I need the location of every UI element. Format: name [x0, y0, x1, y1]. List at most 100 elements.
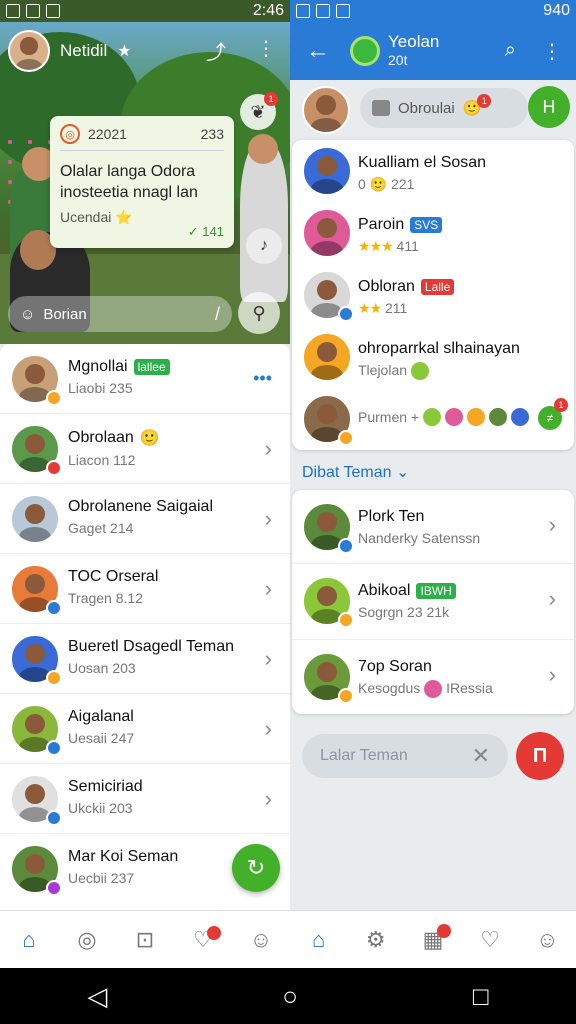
home-icon[interactable]: ⌂	[15, 926, 43, 954]
settings-icon[interactable]: ⚙	[362, 926, 390, 954]
list-item[interactable]: Purmen + ≠ 1	[292, 388, 574, 450]
contact-name: Obrolanene Saigaial	[68, 498, 213, 515]
section-label[interactable]: Dibat Teman ⌄	[302, 462, 409, 482]
search-row: Obroulai 🙂 1 H	[290, 80, 576, 140]
header-title: Yeolan	[388, 32, 440, 51]
status-bar-right: 940	[290, 0, 576, 22]
chevron-right-icon[interactable]: ›	[265, 576, 272, 602]
route-icon[interactable]: ⤴	[206, 36, 226, 65]
leaf-button[interactable]: ❦ 1	[240, 92, 278, 130]
chevron-right-icon[interactable]: ›	[549, 512, 556, 538]
hero-title: Netidil	[60, 41, 108, 60]
app-header: ← Yeolan 20t ⌕ ⋮	[290, 22, 576, 80]
chevron-right-icon[interactable]: ›	[549, 662, 556, 688]
contact-name: Aigalanal	[68, 708, 134, 725]
emoji	[511, 408, 530, 426]
chevron-right-icon[interactable]: ›	[265, 716, 272, 742]
contact-name: Bueretl Dsagedl Teman	[68, 638, 235, 655]
search-icon[interactable]: ⌕	[505, 39, 516, 64]
avatar	[10, 494, 60, 544]
search-field[interactable]: Obroulai 🙂 1	[360, 88, 528, 128]
list-item[interactable]: TOC Orseral Tragen 8.12 ›	[0, 554, 290, 624]
profile-icon[interactable]: ☺	[247, 926, 275, 954]
rating-stars: ★★	[358, 300, 382, 316]
contact-sub-extra: IRessia	[446, 680, 493, 696]
message-card[interactable]: ◎ 22021 233 Olalar langa Odora inosteeti…	[50, 116, 234, 248]
mail-icon[interactable]: ⊡	[131, 926, 159, 954]
profile-icon[interactable]: ☺	[533, 926, 561, 954]
red-action-button[interactable]: П	[516, 732, 564, 780]
recents-icon[interactable]: □	[473, 981, 489, 1012]
edit-icon[interactable]: /	[215, 304, 220, 325]
calendar-icon[interactable]: ▦	[419, 923, 451, 954]
contact-sub: Kesogdus	[358, 680, 421, 696]
contact-list-left: Mgnollai lallee Liaobi 235 ••• Obrolaan 🙂 …	[0, 344, 290, 910]
list-item[interactable]: Bueretl Dsagedl Teman Uosan 203 ›	[0, 624, 290, 694]
list-item[interactable]: Obrolaan 🙂 Liacon 112 ›	[0, 414, 290, 484]
message-time: ✓ 141	[187, 224, 224, 239]
contact-card-top: Kualliam el Sosan 0 🙂 221 Paroin SVS ★★★ …	[292, 140, 574, 450]
heart-icon[interactable]: ♡	[476, 926, 504, 954]
contact-name: 7op Soran	[358, 658, 432, 675]
contact-name: Abikoal	[358, 582, 411, 599]
list-item[interactable]: Obrolanene Saigaial Gaget 214 ›	[0, 484, 290, 554]
leaf-icon: ❦	[250, 101, 266, 122]
status-tag: lallee	[133, 359, 170, 375]
contact-sub: Uesaii 247	[68, 730, 135, 746]
section-title: Dibat Teman	[302, 464, 392, 481]
contact-sub: Sogrgn 23 21k	[358, 604, 450, 620]
chevron-right-icon[interactable]: ›	[549, 586, 556, 612]
compass-icon[interactable]: ◎	[73, 926, 101, 954]
location-button[interactable]: ⚲	[238, 292, 280, 334]
contact-sub: Uosan 203	[68, 660, 136, 676]
status-tag: Lalle	[420, 279, 455, 295]
list-item[interactable]: Aigalanal Uesaii 247 ›	[0, 694, 290, 764]
header-action-button[interactable]: H	[528, 86, 570, 128]
chevron-right-icon[interactable]: ›	[265, 786, 272, 812]
smile-icon: ☺	[20, 305, 36, 323]
contact-name: Obloran	[358, 278, 415, 295]
list-item[interactable]: Obloran Lalle ★★ 211	[292, 264, 574, 326]
add-button[interactable]: ≠ 1	[538, 398, 568, 430]
add-friend-input[interactable]: Lalar Teman ✕	[302, 734, 508, 778]
list-item[interactable]: Mgnollai lallee Liaobi 235 •••	[0, 344, 290, 414]
profile-avatar[interactable]	[302, 86, 350, 134]
contact-name: Obrolaan	[68, 429, 134, 446]
list-item[interactable]: Semiciriad Ukckii 203 ›	[0, 764, 290, 834]
chevron-right-icon[interactable]: ›	[265, 646, 272, 672]
hero-action-bar[interactable]: ☺ Borian /	[8, 296, 232, 332]
share-icon: ↻	[246, 855, 266, 880]
profile-avatar[interactable]	[8, 30, 50, 72]
contact-sub: Liacon 112	[68, 452, 136, 468]
list-item[interactable]: Kualliam el Sosan 0 🙂 221	[292, 140, 574, 202]
list-item[interactable]: Paroin SVS ★★★ 411	[292, 202, 574, 264]
emoji: 🙂	[139, 430, 160, 447]
home-circle-icon[interactable]: ○	[282, 981, 298, 1012]
share-fab[interactable]: ↻	[232, 844, 280, 892]
clear-icon[interactable]: ✕	[472, 743, 490, 769]
more-vert-icon[interactable]: ⋮	[256, 36, 276, 65]
status-tag: IBWH	[416, 583, 456, 599]
heart-icon[interactable]: ♡	[189, 925, 221, 954]
back-arrow-icon[interactable]: ←	[306, 37, 330, 65]
chevron-right-icon[interactable]: ›	[265, 506, 272, 532]
contact-sub: Gaget 214	[68, 520, 134, 536]
more-icon[interactable]: •••	[253, 368, 272, 389]
more-vert-icon[interactable]: ⋮	[542, 39, 562, 64]
list-item[interactable]: Abikoal IBWH Sogrgn 23 21k ›	[292, 564, 574, 640]
contact-sub: Uecbii 237	[68, 870, 135, 886]
list-item[interactable]: Plork Ten Nanderky Satenssn ›	[292, 490, 574, 564]
bottom-nav-left: ⌂ ◎ ⊡ ♡ ☺	[0, 910, 290, 968]
contact-name: TOC Orseral	[68, 568, 159, 585]
notification-badge: 1	[477, 94, 492, 108]
chevron-right-icon[interactable]: ›	[265, 436, 272, 462]
contact-sub: 211	[385, 300, 408, 316]
list-item[interactable]: 7op Soran Kesogdus IRessia ›	[292, 640, 574, 714]
home-icon[interactable]: ⌂	[305, 926, 333, 954]
music-button[interactable]: ♪	[246, 228, 282, 264]
back-icon[interactable]: ◁	[87, 981, 107, 1012]
star-icon[interactable]: ★	[117, 41, 131, 61]
input-placeholder: Lalar Teman	[320, 747, 408, 764]
brand-icon: ◎	[60, 124, 80, 144]
list-item[interactable]: ohroparrkal slhainayan Tlejolan	[292, 326, 574, 388]
